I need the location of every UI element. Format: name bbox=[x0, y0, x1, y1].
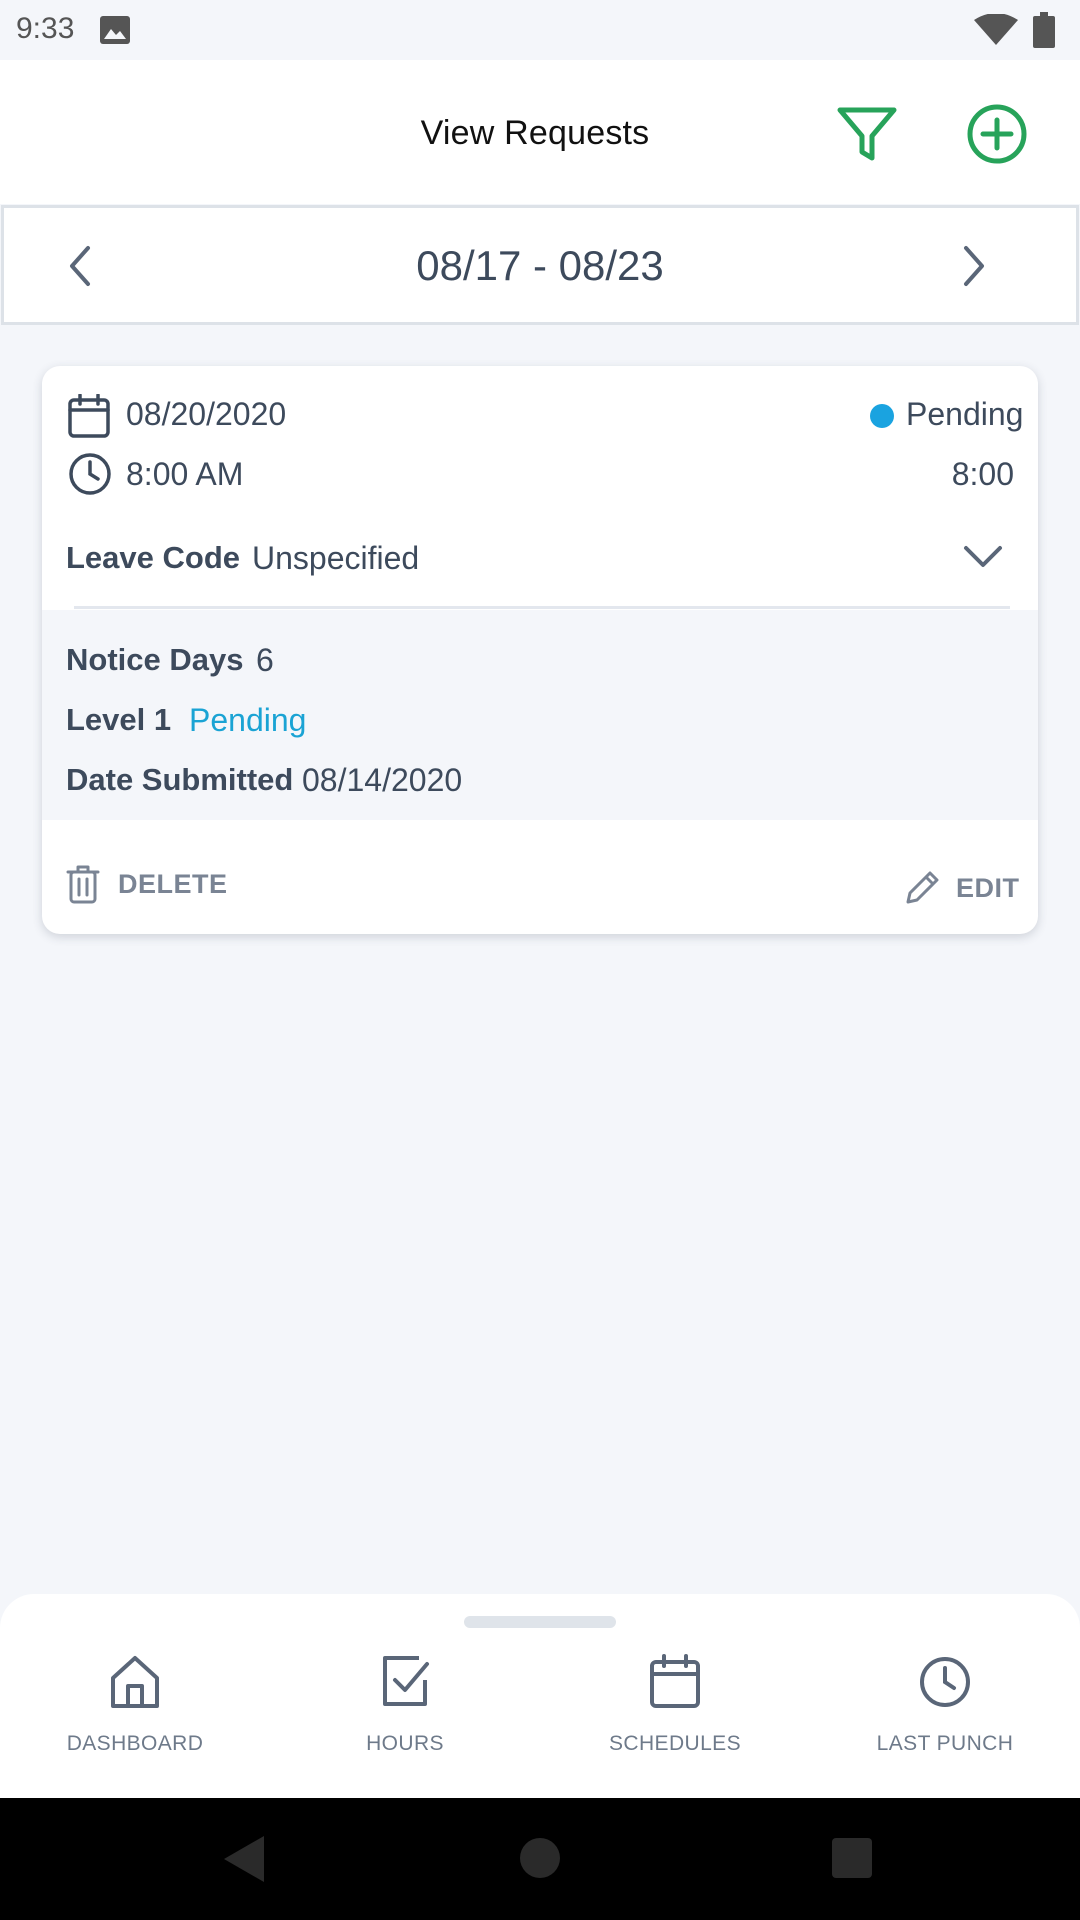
level-1-status: Pending bbox=[189, 702, 307, 738]
status-time: 9:33 bbox=[16, 12, 75, 45]
image-icon bbox=[100, 16, 130, 44]
delete-label: DELETE bbox=[118, 869, 228, 899]
checkbox-icon bbox=[383, 1656, 429, 1706]
app-header: View Requests bbox=[0, 60, 1080, 204]
clock-icon bbox=[69, 453, 111, 495]
leave-code-label: Leave Code bbox=[66, 540, 241, 575]
nav-label: LAST PUNCH bbox=[876, 1732, 1014, 1755]
nav-last-punch[interactable]: LAST PUNCH bbox=[845, 1654, 1045, 1784]
date-submitted-value: 08/14/2020 bbox=[302, 762, 463, 798]
nav-label: HOURS bbox=[366, 1732, 444, 1755]
add-circle-icon bbox=[967, 104, 1027, 164]
wifi-icon bbox=[974, 14, 1018, 45]
add-request-button[interactable] bbox=[966, 103, 1028, 165]
home-circle-icon[interactable] bbox=[520, 1838, 560, 1878]
pencil-icon bbox=[906, 871, 939, 904]
chevron-down-icon[interactable] bbox=[962, 542, 1004, 572]
delete-button[interactable]: DELETE bbox=[66, 864, 228, 906]
request-status: Pending bbox=[906, 396, 1024, 432]
clock-icon bbox=[920, 1657, 970, 1707]
notice-days-value: 6 bbox=[256, 642, 274, 678]
chevron-right-icon bbox=[964, 246, 984, 286]
app-screen: 9:33 View Requests 08/17 - 08/23 08/20/2… bbox=[0, 0, 1080, 1920]
status-bar: 9:33 bbox=[0, 0, 1080, 60]
level-1-label: Level 1 bbox=[66, 702, 172, 737]
filter-button[interactable] bbox=[836, 104, 898, 166]
back-icon[interactable] bbox=[222, 1834, 266, 1884]
nav-dashboard[interactable]: DASHBOARD bbox=[35, 1654, 235, 1784]
nav-hours[interactable]: HOURS bbox=[305, 1654, 505, 1784]
edit-button[interactable]: EDIT bbox=[904, 868, 1019, 910]
next-week-button[interactable] bbox=[954, 242, 994, 290]
home-icon bbox=[111, 1656, 159, 1708]
page-title: View Requests bbox=[420, 114, 650, 152]
request-date: 08/20/2020 bbox=[126, 396, 287, 432]
nav-label: DASHBOARD bbox=[66, 1732, 204, 1755]
bottom-navigation: DASHBOARD HOURS SCHEDULES LAST PUNCH bbox=[0, 1594, 1080, 1798]
calendar-icon bbox=[650, 1654, 700, 1708]
recents-square-icon[interactable] bbox=[832, 1838, 872, 1878]
system-navigation-bar bbox=[0, 1798, 1080, 1920]
request-details: Notice Days 6 Level 1 Pending Date Submi… bbox=[42, 610, 1038, 820]
date-submitted-label: Date Submitted bbox=[66, 762, 294, 797]
leave-code-value: Unspecified bbox=[252, 540, 420, 576]
request-card[interactable]: 08/20/2020 Pending 8:00 AM 8:00 Leave Co… bbox=[42, 366, 1038, 934]
week-navigator: 08/17 - 08/23 bbox=[1, 205, 1079, 325]
nav-schedules[interactable]: SCHEDULES bbox=[575, 1654, 775, 1784]
nav-label: SCHEDULES bbox=[609, 1732, 741, 1755]
card-divider bbox=[74, 606, 1010, 609]
battery-icon bbox=[1033, 12, 1055, 48]
calendar-icon bbox=[68, 394, 110, 438]
edit-label: EDIT bbox=[956, 873, 1020, 903]
drag-handle[interactable] bbox=[464, 1616, 616, 1628]
request-start-time: 8:00 AM bbox=[126, 456, 244, 492]
week-range: 08/17 - 08/23 bbox=[416, 242, 664, 289]
trash-icon bbox=[66, 865, 100, 904]
notice-days-label: Notice Days bbox=[66, 642, 244, 677]
request-duration: 8:00 bbox=[951, 456, 1014, 492]
filter-icon bbox=[837, 107, 897, 161]
status-dot bbox=[870, 404, 894, 428]
